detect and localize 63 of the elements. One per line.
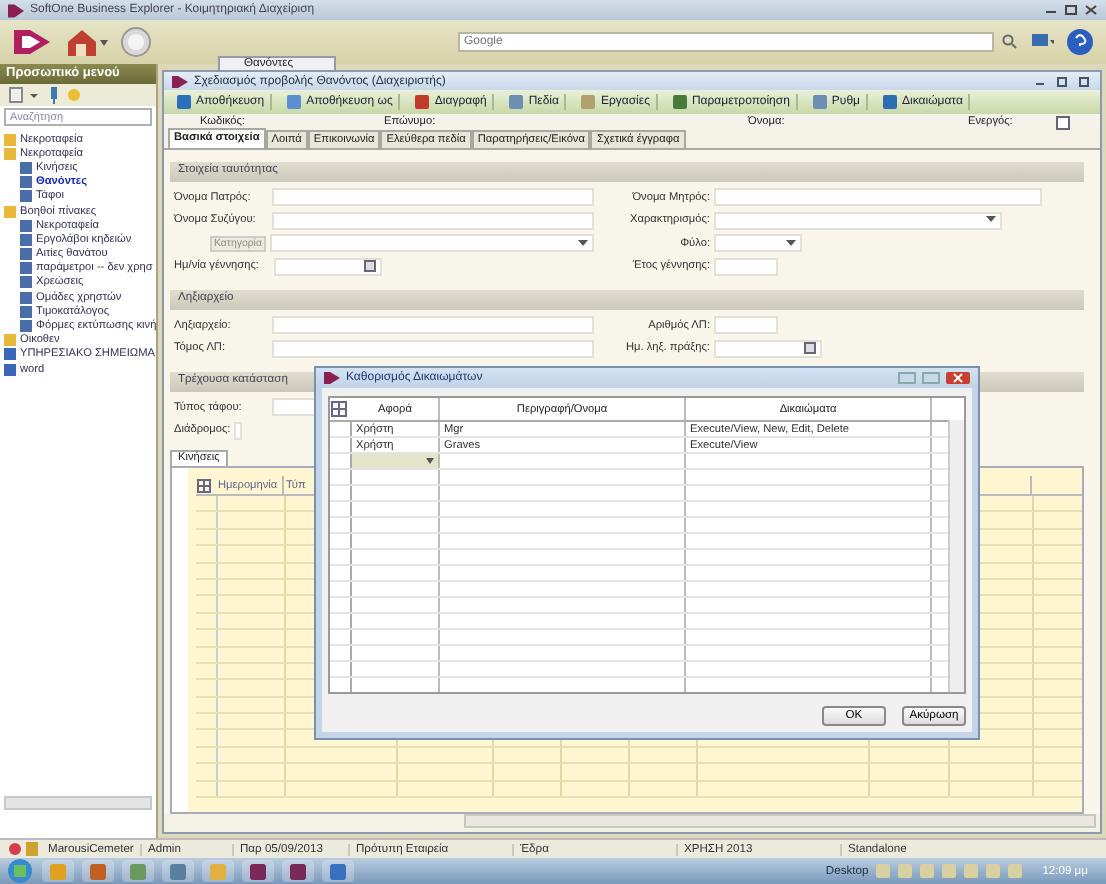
app-icon [90, 863, 106, 879]
house-icon[interactable] [64, 26, 108, 58]
app-icon [210, 863, 226, 879]
input-field[interactable] [272, 316, 594, 335]
restore-icon[interactable] [1076, 75, 1092, 87]
monitor-icon[interactable] [1030, 32, 1054, 52]
input-field[interactable] [714, 316, 778, 335]
scroll-bar[interactable] [4, 796, 152, 810]
toolbar-icon [882, 94, 898, 110]
toolbar-icon [580, 94, 597, 110]
database-icon [26, 842, 38, 856]
clock-icon[interactable] [120, 26, 152, 58]
taskbar-button[interactable] [322, 860, 354, 882]
checkbox[interactable] [1056, 115, 1070, 129]
toolbar-icon [671, 94, 688, 110]
scroll-bar[interactable] [948, 420, 964, 692]
app-icon [330, 863, 346, 879]
app-icon [290, 863, 306, 879]
taskbar-button[interactable] [242, 860, 274, 882]
taskbar-button[interactable] [162, 860, 194, 882]
app-logo-icon [324, 372, 340, 384]
toolbar-icon [176, 94, 192, 110]
start-icon[interactable] [6, 858, 34, 884]
close-icon[interactable] [946, 372, 970, 384]
input-field[interactable] [714, 339, 822, 358]
help-icon[interactable] [1066, 28, 1094, 56]
input-field[interactable] [270, 234, 594, 253]
input-field[interactable] [714, 257, 778, 276]
close-icon[interactable] [1084, 4, 1098, 16]
app-icon [50, 863, 66, 879]
pin-icon[interactable] [46, 86, 60, 104]
taskbar-button[interactable] [282, 860, 314, 882]
maximize-icon[interactable] [1054, 75, 1070, 87]
input-field[interactable] [272, 188, 594, 207]
taskbar-button[interactable] [82, 860, 114, 882]
scroll-bar[interactable] [464, 814, 1096, 828]
dropdown-icon[interactable] [986, 216, 996, 225]
grid-settings-icon[interactable] [330, 400, 350, 418]
page-icon[interactable] [8, 86, 24, 104]
input-field[interactable] [272, 211, 594, 230]
toolbar-icon [414, 94, 431, 110]
toolbar-icon [286, 94, 303, 110]
grid-settings-icon[interactable] [196, 477, 212, 493]
input-field[interactable] [714, 234, 802, 253]
search-icon[interactable] [1002, 34, 1018, 50]
status-icon [8, 842, 22, 856]
calendar-icon[interactable] [804, 342, 816, 355]
toolbar-icon [811, 94, 828, 110]
calendar-icon[interactable] [364, 260, 376, 273]
input-field[interactable] [234, 421, 243, 440]
input-field[interactable] [274, 257, 382, 276]
app-icon [170, 863, 186, 879]
input-field[interactable] [714, 211, 1002, 230]
app-icon [250, 863, 266, 879]
input-field[interactable] [272, 339, 594, 358]
app-logo-icon[interactable] [12, 28, 52, 56]
toolbar-icon [508, 94, 525, 110]
input-field[interactable] [352, 454, 440, 468]
input-field[interactable] [714, 188, 1042, 207]
app-icon [130, 863, 146, 879]
maximize-icon[interactable] [1064, 4, 1078, 16]
dropdown-icon[interactable] [786, 239, 796, 248]
dropdown-icon[interactable] [578, 239, 588, 248]
